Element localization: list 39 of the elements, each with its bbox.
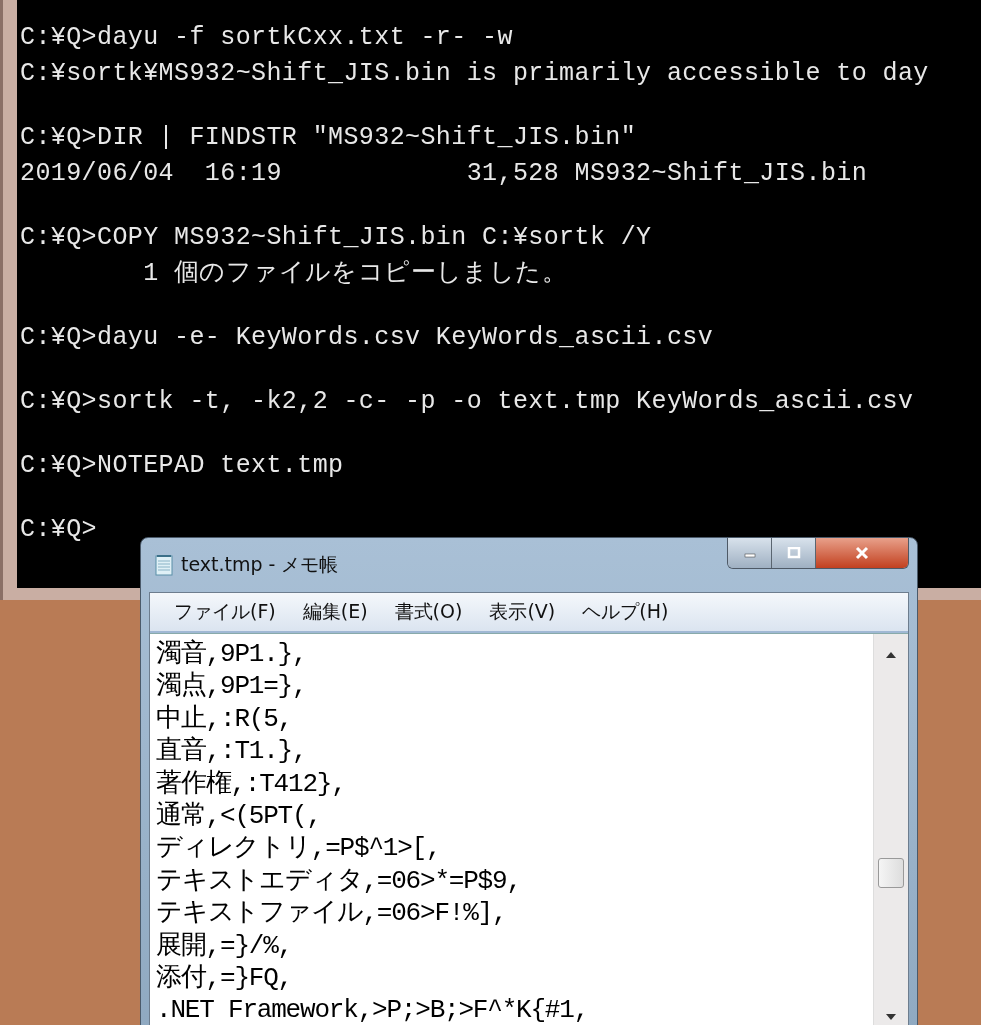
close-button[interactable] <box>816 538 908 568</box>
menu-item[interactable]: ヘルプ(H) <box>582 599 669 625</box>
console-line: C:¥Q>NOTEPAD text.tmp <box>20 452 344 480</box>
menu-item[interactable]: 書式(O) <box>394 599 463 625</box>
text-line: 著作権,:T412}, <box>156 767 347 800</box>
text-area[interactable]: 濁音,9P1.}, 濁点,9P1=}, 中止,:R(5, 直音,:T1.}, 著作権,:T412}, 通常,<(5PT(, ディレクトリ,=P$^1>[, テキストエディタ,=06>*=P$9, テキストファイル,=06>F!%], 展開,=}/%, 添付,=}FQ, .NET Framework,>P;>B;>F^*K{#1, <box>150 633 908 1025</box>
menu-item[interactable]: 編集(E) <box>302 599 368 625</box>
text-line: 添付,=}FQ, <box>156 961 293 995</box>
text-line: 直音,:T1.}, <box>156 735 308 768</box>
text-line: 濁音,9P1.}, <box>156 638 308 671</box>
scrollbar-thumb[interactable] <box>878 858 904 888</box>
menu-item[interactable]: ファイル(F) <box>174 599 276 625</box>
text-line: テキストエディタ,=06>*=P$9, <box>156 864 522 898</box>
scrollbar[interactable] <box>873 634 908 1025</box>
console-line: C:¥Q>DIR | FINDSTR "MS932~Shift_JIS.bin" <box>20 124 637 152</box>
notepad-icon <box>155 554 173 576</box>
text-line: ディレクトリ,=P$^1>[, <box>156 832 442 865</box>
console-line: C:¥Q>sortk -t, -k2,2 -c- -p -o text.tmp KeyWords_ascii.csv <box>20 388 914 416</box>
window-title: text.tmp - メモ帳 <box>181 552 339 577</box>
console-line: C:¥Q>COPY MS932~Shift_JIS.bin C:¥sortk /Y <box>20 224 652 252</box>
console-line: 2019/06/04 16:19 31,528 MS932~Shift_JIS.bin <box>20 160 868 188</box>
maximize-button[interactable] <box>772 538 816 568</box>
text-line: 通常,<(5PT(, <box>156 799 322 833</box>
console-line: C:¥sortk¥MS932~Shift_JIS.bin is primarily accessible to day <box>20 60 929 88</box>
text-line: 中止,:R(5, <box>156 702 293 736</box>
console-line: C:¥Q>dayu -e- KeyWords.csv KeyWords_ascii.csv <box>20 324 714 352</box>
maximize-icon <box>786 547 801 559</box>
console-line: 1 個のファイルをコピーしました。 <box>142 260 568 288</box>
text-line: 濁点,9P1=}, <box>156 670 308 703</box>
close-icon <box>854 546 870 560</box>
scroll-down-icon[interactable] <box>886 1014 896 1020</box>
menu-item[interactable]: 表示(V) <box>489 599 556 625</box>
text-line: .NET Framework,>P;>B;>F^*K{#1, <box>156 994 590 1025</box>
scroll-up-icon[interactable] <box>886 652 896 658</box>
text-line: テキストファイル,=06>F!%], <box>156 897 508 930</box>
minimize-button[interactable] <box>728 538 772 568</box>
console-line: C:¥Q> <box>20 516 97 544</box>
text-line: 展開,=}/%, <box>156 929 293 962</box>
console-line: C:¥Q>dayu -f sortkCxx.txt -r- -w <box>20 24 513 52</box>
